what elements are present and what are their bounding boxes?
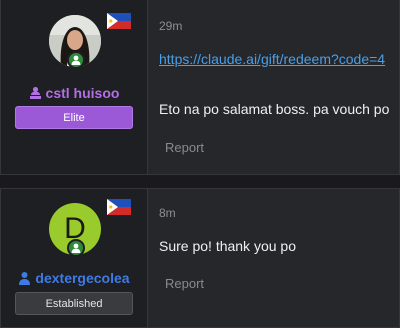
post-author-panel: D dextergecolea Established bbox=[1, 189, 148, 327]
philippines-flag-icon bbox=[107, 13, 131, 29]
avatar-container: D bbox=[49, 203, 101, 257]
username-text: dextergecolea bbox=[35, 270, 130, 286]
username-text: cstl huisoo bbox=[45, 85, 120, 101]
post: D dextergecolea Established 8m Sure po! … bbox=[0, 188, 400, 328]
post-content: 29m https://claude.ai/gift/redeem?code=4… bbox=[159, 0, 399, 174]
post: cstl huisoo Elite 29m https://claude.ai/… bbox=[0, 0, 400, 175]
philippines-flag-icon bbox=[107, 199, 131, 215]
post-content: 8m Sure po! thank you po Report bbox=[159, 189, 399, 327]
report-button[interactable]: Report bbox=[165, 140, 204, 155]
gift-link[interactable]: https://claude.ai/gift/redeem?code=4 bbox=[159, 51, 385, 67]
online-status-icon bbox=[67, 51, 85, 69]
post-timestamp[interactable]: 8m bbox=[159, 206, 176, 220]
rank-badge: Elite bbox=[15, 106, 133, 129]
user-group-icon bbox=[29, 86, 41, 99]
user-icon bbox=[19, 272, 31, 285]
rank-badge: Established bbox=[15, 292, 133, 315]
username[interactable]: dextergecolea bbox=[1, 270, 147, 286]
post-message: Sure po! thank you po bbox=[159, 238, 296, 254]
avatar-container bbox=[49, 15, 101, 69]
post-timestamp[interactable]: 29m bbox=[159, 19, 182, 33]
post-author-panel: cstl huisoo Elite bbox=[1, 0, 148, 174]
report-button[interactable]: Report bbox=[165, 276, 204, 291]
online-status-icon bbox=[67, 239, 85, 257]
post-message: Eto na po salamat boss. pa vouch po bbox=[159, 101, 390, 117]
username[interactable]: cstl huisoo bbox=[1, 85, 147, 101]
